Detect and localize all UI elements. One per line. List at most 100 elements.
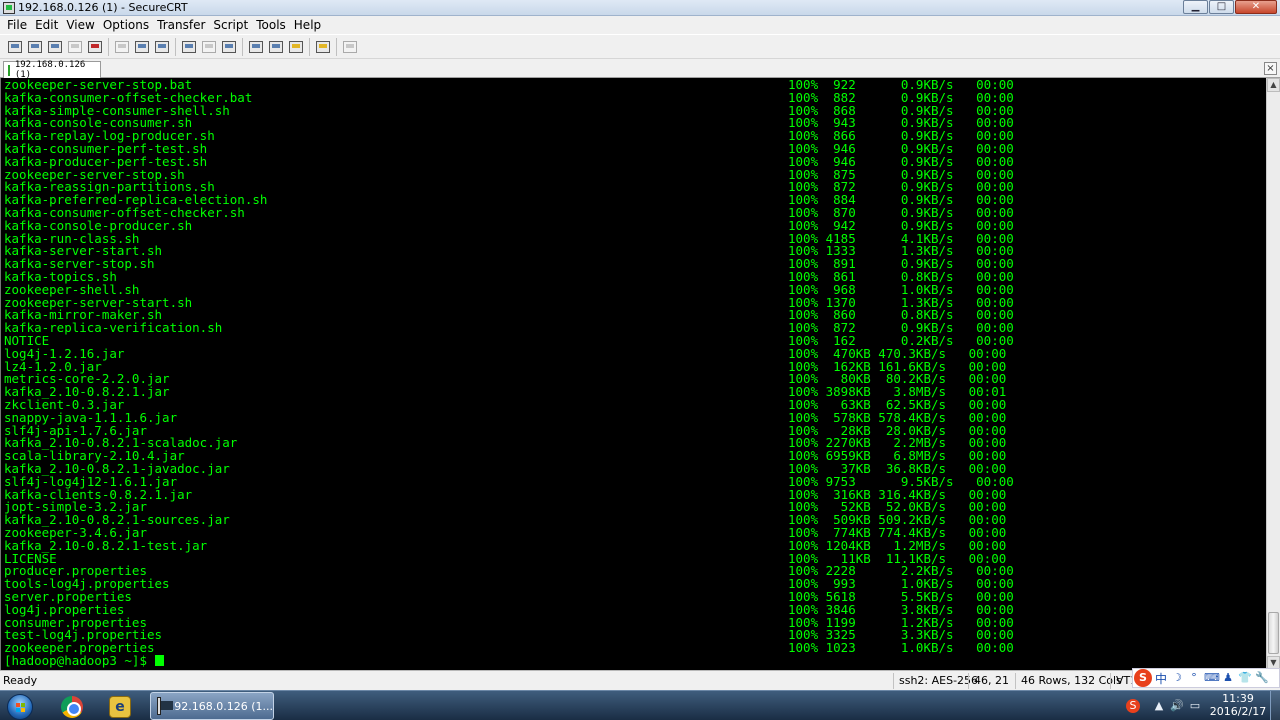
maximize-button[interactable]: □ bbox=[1209, 0, 1234, 14]
connect-button[interactable] bbox=[6, 38, 24, 56]
terminal-line: log4j.properties 100% 3846 3.8KB/s 00:00 bbox=[4, 603, 1264, 617]
ime-fullwidth-icon[interactable]: ☽ bbox=[1170, 671, 1184, 685]
menu-file[interactable]: File bbox=[3, 18, 31, 32]
sftp-icon bbox=[343, 40, 357, 53]
shell-prompt: [hadoop@hadoop3 ~]$ bbox=[4, 653, 155, 668]
sftp-button[interactable] bbox=[341, 38, 359, 56]
print-icon bbox=[182, 40, 196, 53]
reconnect-button[interactable] bbox=[66, 38, 84, 56]
find-button[interactable] bbox=[153, 38, 171, 56]
taskbar-securecrt-window[interactable]: 192.168.0.126 (1... bbox=[150, 692, 274, 720]
sogou-ime-icon[interactable]: S bbox=[1134, 669, 1152, 687]
terminal-line: zookeeper.properties 100% 1023 1.0KB/s 00… bbox=[4, 641, 1264, 655]
help-icon bbox=[316, 40, 330, 53]
clock-time: 11:39 bbox=[1222, 692, 1254, 705]
disconnect-button[interactable] bbox=[86, 38, 104, 56]
session-tab-bar: 192.168.0.126 (1) × bbox=[0, 59, 1280, 80]
menu-transfer[interactable]: Transfer bbox=[153, 18, 209, 32]
terminal-line: kafka-consumer-offset-checker.sh 100% 870… bbox=[4, 206, 1264, 220]
window-controls: ▁ □ ✕ bbox=[1183, 0, 1277, 14]
copy-button[interactable] bbox=[113, 38, 131, 56]
terminal-line: server.properties 100% 5618 5.5KB/s 00:00 bbox=[4, 590, 1264, 604]
terminal-line: kafka-server-start.sh 100% 1333 1.3KB/s 0… bbox=[4, 244, 1264, 258]
terminal-line: kafka_2.10-0.8.2.1-sources.jar 100% 509KB… bbox=[4, 513, 1264, 527]
status-cursor-position: 46, 21 bbox=[968, 673, 1009, 689]
status-terminal-size: 46 Rows, 132 Cols bbox=[1015, 673, 1122, 689]
disconnect-icon bbox=[88, 40, 102, 53]
terminal-line: LICENSE 100% 11KB 11.1KB/s 00:00 bbox=[4, 552, 1264, 566]
session-options-icon bbox=[249, 40, 263, 53]
terminal-line: kafka-topics.sh 100% 861 0.8KB/s 00:00 bbox=[4, 270, 1264, 284]
terminal-line: kafka_2.10-0.8.2.1-test.jar 100% 1204KB 1… bbox=[4, 539, 1264, 553]
terminal-cursor bbox=[154, 655, 164, 666]
help-button[interactable] bbox=[314, 38, 332, 56]
menu-tools[interactable]: Tools bbox=[252, 18, 290, 32]
scroll-thumb[interactable] bbox=[1268, 612, 1279, 654]
chrome-icon bbox=[61, 695, 83, 718]
taskbar-clock[interactable]: 11:39 2016/2/17 bbox=[1206, 692, 1270, 718]
quick-connect-button[interactable] bbox=[26, 38, 44, 56]
terminal-line: consumer.properties 100% 1199 1.2KB/s 00:… bbox=[4, 616, 1264, 630]
taskbar-chrome[interactable] bbox=[52, 693, 92, 720]
ime-skin-icon[interactable]: 👕 bbox=[1238, 671, 1252, 685]
terminal-line: kafka-clients-0.8.2.1.jar 100% 316KB 316.… bbox=[4, 488, 1264, 502]
scroll-up-icon[interactable]: ▲ bbox=[1267, 78, 1280, 92]
session-tab-label: 192.168.0.126 (1) bbox=[14, 60, 86, 80]
keymap-button[interactable] bbox=[287, 38, 305, 56]
session-options-button[interactable] bbox=[247, 38, 265, 56]
terminal-line: tools-log4j.properties 100% 993 1.0KB/s 0… bbox=[4, 577, 1264, 591]
taskbar-browser[interactable]: e bbox=[100, 693, 140, 720]
session-tab[interactable]: 192.168.0.126 (1) bbox=[3, 60, 101, 80]
paste-button[interactable] bbox=[133, 38, 151, 56]
terminal-line: kafka-server-stop.sh 100% 891 0.9KB/s 00:… bbox=[4, 257, 1264, 271]
securecrt-icon bbox=[157, 697, 174, 715]
terminal-line: kafka_2.10-0.8.2.1-javadoc.jar 100% 37KB … bbox=[4, 462, 1264, 476]
tray-expand-icon[interactable]: ▲ bbox=[1152, 699, 1166, 713]
ime-user-icon[interactable]: ♟ bbox=[1221, 671, 1235, 685]
tray-network-icon[interactable]: ▭ bbox=[1188, 699, 1202, 713]
terminal-line: producer.properties 100% 2228 2.2KB/s 00:… bbox=[4, 564, 1264, 578]
title-bar[interactable]: 192.168.0.126 (1) - SecureCRT ▁ □ ✕ bbox=[0, 0, 1280, 16]
ime-language-toggle[interactable]: 中 bbox=[1155, 670, 1167, 687]
start-button[interactable] bbox=[4, 691, 36, 720]
menu-view[interactable]: View bbox=[62, 18, 98, 32]
close-button[interactable]: ✕ bbox=[1235, 0, 1277, 14]
connect-in-tab-button[interactable] bbox=[46, 38, 64, 56]
ime-punctuation-icon[interactable]: ° bbox=[1187, 671, 1201, 685]
terminal-line: kafka-console-producer.sh 100% 942 0.9KB/… bbox=[4, 219, 1264, 233]
ime-keyboard-icon[interactable]: ⌨ bbox=[1204, 671, 1220, 685]
toolbar-separator bbox=[242, 37, 243, 56]
magnifier-icon bbox=[155, 40, 169, 53]
securecrt-app-icon[interactable] bbox=[3, 1, 15, 14]
menu-options[interactable]: Options bbox=[99, 18, 153, 32]
shell-prompt-line[interactable]: [hadoop@hadoop3 ~]$ bbox=[4, 653, 1264, 668]
minimize-button[interactable]: ▁ bbox=[1183, 0, 1208, 14]
vertical-scrollbar[interactable]: ▲ ▼ bbox=[1266, 78, 1280, 670]
close-tab-button[interactable]: × bbox=[1264, 62, 1277, 75]
toolbar-separator bbox=[108, 37, 109, 56]
menu-help[interactable]: Help bbox=[290, 18, 325, 32]
print-button[interactable] bbox=[180, 38, 198, 56]
tray-sogou-icon[interactable]: S bbox=[1126, 699, 1140, 713]
ime-tools-icon[interactable]: 🔧 bbox=[1255, 671, 1269, 685]
windows-logo-icon bbox=[7, 694, 33, 720]
menu-script[interactable]: Script bbox=[209, 18, 252, 32]
status-ready: Ready bbox=[3, 674, 38, 687]
terminal-line: kafka-simple-consumer-shell.sh 100% 868 0… bbox=[4, 104, 1264, 118]
printer-setup-button[interactable] bbox=[220, 38, 238, 56]
printer-icon bbox=[222, 40, 236, 53]
show-desktop-button[interactable] bbox=[1270, 691, 1280, 720]
paste-icon bbox=[135, 40, 149, 53]
tray-volume-icon[interactable]: 🔊 bbox=[1170, 699, 1184, 713]
copy-icon bbox=[115, 40, 129, 53]
terminal-line: slf4j-log4j12-1.6.1.jar 100% 9753 9.5KB/s… bbox=[4, 475, 1264, 489]
print-selection-button[interactable] bbox=[200, 38, 218, 56]
browser-e-icon: e bbox=[109, 695, 131, 718]
menu-bar: File Edit View Options Transfer Script T… bbox=[0, 16, 1280, 34]
terminal-screen[interactable]: zookeeper-server-stop.bat 100% 922 0.9KB/… bbox=[0, 78, 1266, 670]
menu-edit[interactable]: Edit bbox=[31, 18, 62, 32]
terminal-line: snappy-java-1.1.1.6.jar 100% 578KB 578.4K… bbox=[4, 411, 1264, 425]
ime-toolbar[interactable]: S 中 ☽ ° ⌨ ♟ 👕 🔧 bbox=[1132, 668, 1280, 688]
global-options-button[interactable] bbox=[267, 38, 285, 56]
toolbar-separator bbox=[175, 37, 176, 56]
